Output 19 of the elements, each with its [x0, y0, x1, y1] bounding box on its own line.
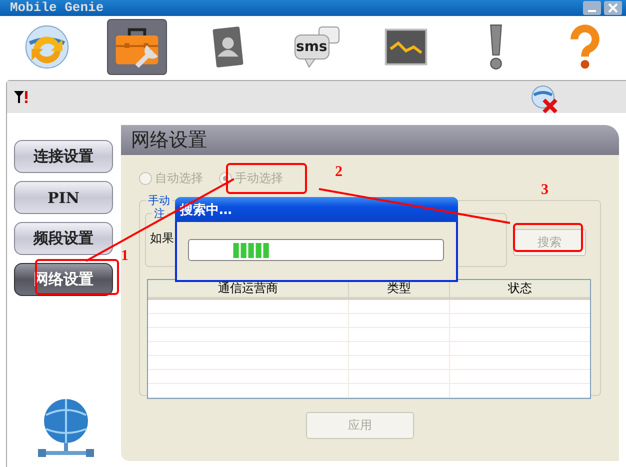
- group-legend: 注: [152, 206, 167, 221]
- sidebar-item[interactable]: PIN: [14, 181, 113, 214]
- marquee-blocks-drawing: [233, 242, 271, 258]
- toolbar-button[interactable]: [107, 19, 168, 75]
- column-header[interactable]: 状态: [450, 280, 590, 297]
- window-title: Mobile Genie: [10, 1, 104, 15]
- hint-text: 如果: [150, 231, 174, 245]
- sidebar-item[interactable]: 连接设置: [14, 140, 113, 173]
- no-signal-icon: [13, 90, 29, 104]
- disconnected-globe-icon: [530, 85, 558, 113]
- sms-label: sms: [296, 39, 328, 55]
- panel-title: 网络设置: [131, 128, 207, 153]
- sms-button[interactable]: sms: [288, 20, 346, 74]
- sidebar-item[interactable]: 频段设置: [14, 222, 113, 255]
- group-legend: 手动: [146, 193, 172, 208]
- annotation-number: 2: [335, 164, 342, 180]
- annotation-box: [513, 223, 583, 252]
- annotation-number: 3: [541, 182, 548, 198]
- annotation-number: 1: [121, 248, 128, 264]
